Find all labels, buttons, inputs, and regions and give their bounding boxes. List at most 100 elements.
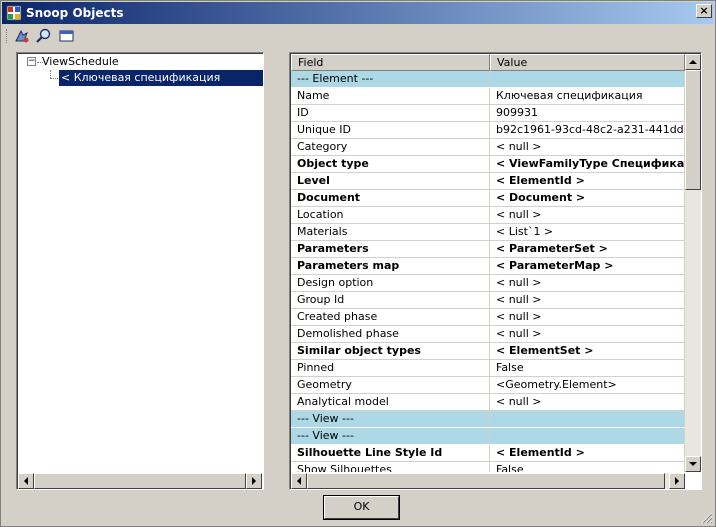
value-cell: < ElementId > xyxy=(490,445,685,462)
value-cell: < null > xyxy=(490,292,685,309)
field-cell: Show Silhouettes xyxy=(291,462,490,472)
grid-vscroll-thumb[interactable] xyxy=(685,70,701,190)
table-row[interactable]: Location < null > xyxy=(291,207,685,224)
field-cell: --- Element --- xyxy=(291,71,490,88)
tree-expander-icon[interactable]: − xyxy=(27,57,36,66)
table-row[interactable]: Similar object types < ElementSet > xyxy=(291,343,685,360)
window-icon[interactable] xyxy=(58,27,76,45)
grid-vscrollbar[interactable] xyxy=(685,54,701,472)
field-cell: Object type xyxy=(291,156,490,173)
column-header-field[interactable]: Field xyxy=(291,54,490,71)
field-cell: Parameters xyxy=(291,241,490,258)
scroll-left-icon[interactable] xyxy=(18,473,34,489)
value-cell: < Document > xyxy=(490,190,685,207)
value-cell: Ключевая спецификация xyxy=(490,88,685,105)
value-cell: <Geometry.Element> xyxy=(490,377,685,394)
tree-node-selected[interactable]: < Ключевая спецификация xyxy=(59,70,263,86)
field-cell: Pinned xyxy=(291,360,490,377)
table-row[interactable]: Level < ElementId > xyxy=(291,173,685,190)
tree-hscrollbar[interactable] xyxy=(18,473,262,489)
grid-header: Field Value xyxy=(291,54,685,71)
table-row[interactable]: Silhouette Line Style Id < ElementId > xyxy=(291,445,685,462)
field-cell: Document xyxy=(291,190,490,207)
field-cell: Parameters map xyxy=(291,258,490,275)
table-row[interactable]: Object type < ViewFamilyType Спецификаци xyxy=(291,156,685,173)
value-cell: False xyxy=(490,360,685,377)
value-cell: < ElementSet > xyxy=(490,343,685,360)
value-cell: < null > xyxy=(490,139,685,156)
title-bar[interactable]: Snoop Objects × xyxy=(2,2,714,24)
value-cell: < null > xyxy=(490,275,685,292)
value-cell: < List`1 > xyxy=(490,224,685,241)
tree-hscroll-thumb[interactable] xyxy=(34,473,246,489)
field-cell: Created phase xyxy=(291,309,490,326)
field-cell: Unique ID xyxy=(291,122,490,139)
field-cell: ID xyxy=(291,105,490,122)
table-row[interactable]: Parameters < ParameterSet > xyxy=(291,241,685,258)
scroll-right-icon[interactable] xyxy=(669,473,685,489)
magnify-icon[interactable] xyxy=(35,27,53,45)
field-cell: Materials xyxy=(291,224,490,241)
close-button[interactable]: × xyxy=(696,4,712,18)
field-cell: Category xyxy=(291,139,490,156)
value-cell: < ParameterMap > xyxy=(490,258,685,275)
table-row[interactable]: Pinned False xyxy=(291,360,685,377)
table-row[interactable]: Name Ключевая спецификация xyxy=(291,88,685,105)
tree-line xyxy=(50,78,58,79)
scroll-up-icon[interactable] xyxy=(685,54,701,70)
properties-grid[interactable]: Field Value --- Element --- Name Ключевая … xyxy=(289,52,702,490)
table-row[interactable]: Parameters map < ParameterMap > xyxy=(291,258,685,275)
resize-grip-icon[interactable] xyxy=(701,512,713,524)
grid-section-row[interactable]: --- View --- xyxy=(291,411,685,428)
table-row[interactable]: Geometry <Geometry.Element> xyxy=(291,377,685,394)
field-cell: --- View --- xyxy=(291,428,490,445)
grid-hscrollbar[interactable] xyxy=(291,473,685,489)
grid-section-row[interactable]: --- Element --- xyxy=(291,71,685,88)
snoop-objects-window: Snoop Objects × − ViewSchedule < Ключева… xyxy=(0,0,716,527)
value-cell: < ParameterSet > xyxy=(490,241,685,258)
value-cell: < null > xyxy=(490,207,685,224)
field-cell: Design option xyxy=(291,275,490,292)
table-row[interactable]: ID 909931 xyxy=(291,105,685,122)
table-row[interactable]: Unique IDb92c1961-93cd-48c2-a231-441dd41… xyxy=(291,122,685,139)
grid-hscroll-thumb[interactable] xyxy=(307,473,665,489)
table-row[interactable]: Show Silhouettes False xyxy=(291,462,685,472)
field-cell: Location xyxy=(291,207,490,224)
window-title: Snoop Objects xyxy=(26,6,124,20)
table-row[interactable]: Created phase < null > xyxy=(291,309,685,326)
toolbar xyxy=(3,25,715,47)
grid-body: --- Element --- Name Ключевая спецификация… xyxy=(291,71,685,472)
scroll-left-icon[interactable] xyxy=(291,473,307,489)
grid-section-row[interactable]: --- View --- xyxy=(291,428,685,445)
app-icon xyxy=(6,5,22,21)
scroll-right-icon[interactable] xyxy=(246,473,262,489)
value-cell: < ElementId > xyxy=(490,173,685,190)
value-cell: < null > xyxy=(490,326,685,343)
field-cell: Level xyxy=(291,173,490,190)
tree-node-root[interactable]: ViewSchedule xyxy=(42,54,119,70)
value-cell: 909931 xyxy=(490,105,685,122)
value-cell: < null > xyxy=(490,394,685,411)
value-cell xyxy=(490,428,685,445)
column-header-value[interactable]: Value xyxy=(490,54,685,71)
value-cell xyxy=(490,71,685,88)
snoop-pick-icon[interactable] xyxy=(13,27,31,45)
value-cell: < ViewFamilyType Спецификаци xyxy=(490,156,685,173)
table-row[interactable]: Materials < List`1 > xyxy=(291,224,685,241)
field-cell: Analytical model xyxy=(291,394,490,411)
table-row[interactable]: Analytical model < null > xyxy=(291,394,685,411)
table-row[interactable]: Design option < null > xyxy=(291,275,685,292)
ok-button[interactable]: OK xyxy=(324,496,399,519)
table-row[interactable]: Category < null > xyxy=(291,139,685,156)
field-cell: Demolished phase xyxy=(291,326,490,343)
field-cell: Silhouette Line Style Id xyxy=(291,445,490,462)
value-cell: False xyxy=(490,462,685,472)
object-tree[interactable]: − ViewSchedule < Ключевая спецификация xyxy=(16,52,264,490)
toolbar-grip[interactable] xyxy=(6,29,9,43)
value-cell: < null > xyxy=(490,309,685,326)
field-cell: Group Id xyxy=(291,292,490,309)
table-row[interactable]: Document < Document > xyxy=(291,190,685,207)
table-row[interactable]: Group Id < null > xyxy=(291,292,685,309)
table-row[interactable]: Demolished phase < null > xyxy=(291,326,685,343)
scroll-down-icon[interactable] xyxy=(685,456,701,472)
